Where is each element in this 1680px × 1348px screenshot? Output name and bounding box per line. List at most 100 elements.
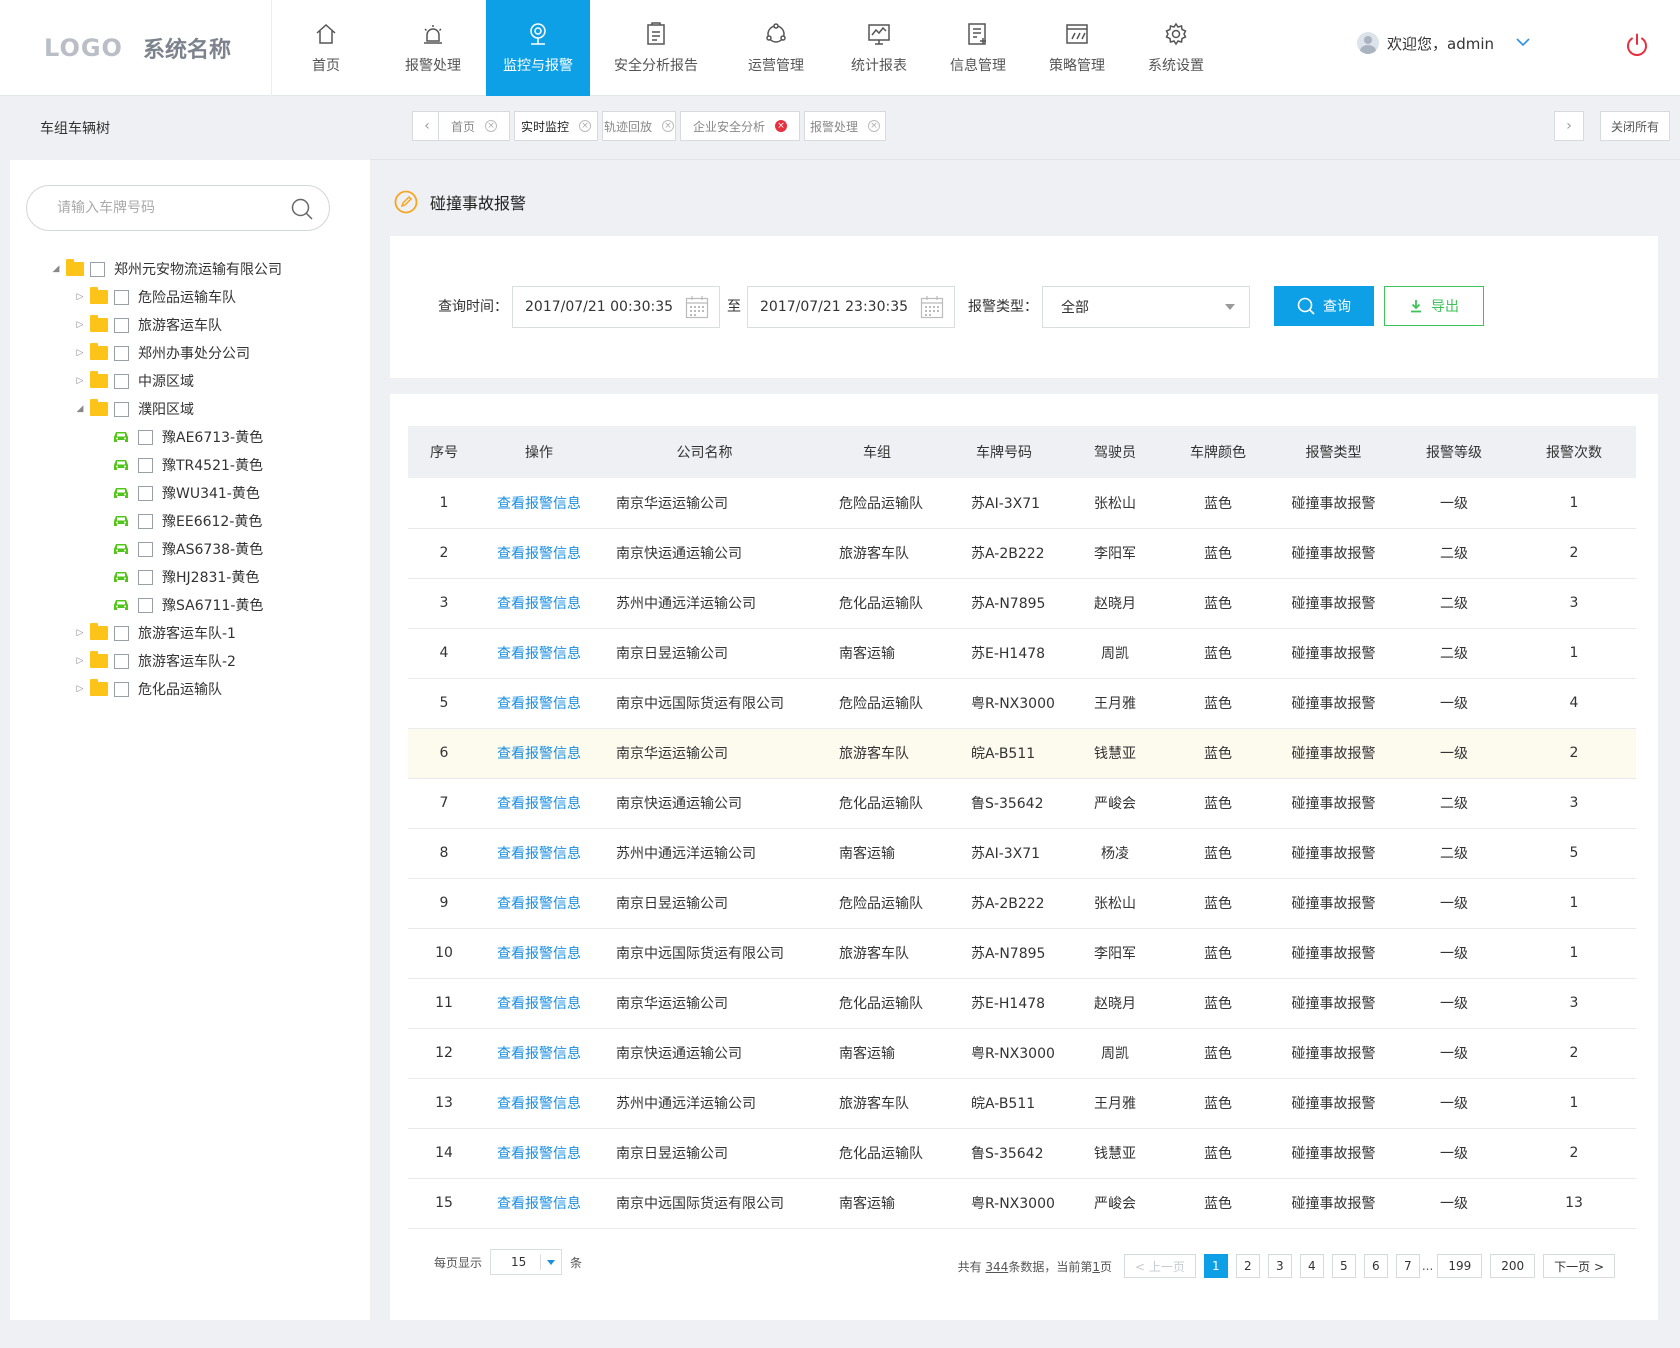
tree-folder-item[interactable]: ▷ 旅游客运车队 <box>48 311 282 339</box>
tabs-next-button[interactable]: › <box>1554 111 1584 141</box>
close-icon[interactable]: × <box>662 120 674 132</box>
tree-checkbox[interactable] <box>114 401 129 417</box>
user-menu[interactable]: 欢迎您，admin <box>1357 32 1530 54</box>
view-alarm-info-link[interactable]: 查看报警信息 <box>497 646 581 662</box>
view-alarm-info-link[interactable]: 查看报警信息 <box>497 496 581 512</box>
page-button-7[interactable]: 7 <box>1395 1254 1420 1278</box>
close-all-tabs-button[interactable]: 关闭所有 <box>1600 111 1670 141</box>
collapsed-arrow-icon[interactable]: ▷ <box>72 320 88 330</box>
view-alarm-info-link[interactable]: 查看报警信息 <box>497 1146 581 1162</box>
page-button-4[interactable]: 4 <box>1299 1254 1324 1278</box>
collapsed-arrow-icon[interactable]: ▷ <box>72 684 88 694</box>
nav-item-4[interactable]: 安全分析报告 <box>590 0 722 96</box>
close-icon[interactable]: × <box>868 120 880 132</box>
calendar-icon[interactable] <box>920 295 944 319</box>
next-page-button[interactable]: 下一页 > <box>1543 1254 1615 1278</box>
chevron-down-icon[interactable] <box>1516 35 1530 51</box>
tree-checkbox[interactable] <box>138 597 153 613</box>
close-icon[interactable]: × <box>485 120 497 132</box>
tree-vehicle-item[interactable]: 豫EE6612-黄色 <box>48 507 282 535</box>
tab-3[interactable]: 轨迹回放 × <box>602 111 676 141</box>
close-icon[interactable]: × <box>775 120 787 132</box>
tree-vehicle-item[interactable]: 豫AE6713-黄色 <box>48 423 282 451</box>
collapsed-arrow-icon[interactable]: ▷ <box>72 376 88 386</box>
view-alarm-info-link[interactable]: 查看报警信息 <box>497 946 581 962</box>
page-button-199[interactable]: 199 <box>1437 1254 1483 1278</box>
page-button-3[interactable]: 3 <box>1267 1254 1292 1278</box>
view-alarm-info-link[interactable]: 查看报警信息 <box>497 796 581 812</box>
tree-folder-item[interactable]: ▷ 旅游客运车队-1 <box>48 619 282 647</box>
page-button-2[interactable]: 2 <box>1235 1254 1260 1278</box>
collapsed-arrow-icon[interactable]: ▷ <box>72 348 88 358</box>
expanded-arrow-icon[interactable]: ◢ <box>48 264 64 274</box>
tree-checkbox[interactable] <box>90 261 105 277</box>
page-button-200[interactable]: 200 <box>1490 1254 1536 1278</box>
tab-1[interactable]: 首页 × <box>438 111 510 141</box>
tree-folder-item[interactable]: ▷ 危险品运输车队 <box>48 283 282 311</box>
tree-checkbox[interactable] <box>114 317 129 333</box>
tree-folder-item[interactable]: ◢ 濮阳区域 <box>48 395 282 423</box>
tree-vehicle-item[interactable]: 豫SA6711-黄色 <box>48 591 282 619</box>
prev-page-button[interactable]: < 上一页 <box>1123 1254 1196 1278</box>
tree-checkbox[interactable] <box>138 541 153 557</box>
tree-folder-item[interactable]: ▷ 郑州办事处分公司 <box>48 339 282 367</box>
collapsed-arrow-icon[interactable]: ▷ <box>72 656 88 666</box>
tree-checkbox[interactable] <box>138 569 153 585</box>
view-alarm-info-link[interactable]: 查看报警信息 <box>497 896 581 912</box>
tree-checkbox[interactable] <box>114 289 129 305</box>
tree-checkbox[interactable] <box>114 681 129 697</box>
nav-item-1[interactable]: 首页 <box>272 0 380 96</box>
view-alarm-info-link[interactable]: 查看报警信息 <box>497 1046 581 1062</box>
alarm-type-select[interactable]: 全部 <box>1042 286 1250 328</box>
start-time-input[interactable]: 2017/07/21 00:30:35 <box>512 286 720 328</box>
tree-checkbox[interactable] <box>114 345 129 361</box>
view-alarm-info-link[interactable]: 查看报警信息 <box>497 1196 581 1212</box>
tab-4[interactable]: 企业安全分析 × <box>680 111 800 141</box>
export-button[interactable]: 导出 <box>1384 286 1484 326</box>
view-alarm-info-link[interactable]: 查看报警信息 <box>497 546 581 562</box>
nav-item-5[interactable]: 运营管理 <box>722 0 830 96</box>
tab-2[interactable]: 实时监控 × <box>514 111 598 141</box>
tree-folder-item[interactable]: ◢ 郑州元安物流运输有限公司 <box>48 255 282 283</box>
tree-vehicle-item[interactable]: 豫WU341-黄色 <box>48 479 282 507</box>
view-alarm-info-link[interactable]: 查看报警信息 <box>497 596 581 612</box>
nav-item-6[interactable]: 统计报表 <box>830 0 928 96</box>
calendar-icon[interactable] <box>685 295 709 319</box>
power-icon[interactable] <box>1624 32 1650 58</box>
view-alarm-info-link[interactable]: 查看报警信息 <box>497 1096 581 1112</box>
collapsed-arrow-icon[interactable]: ▷ <box>72 292 88 302</box>
tree-checkbox[interactable] <box>138 457 153 473</box>
search-icon[interactable] <box>291 198 313 220</box>
tree-checkbox[interactable] <box>138 485 153 501</box>
view-alarm-info-link[interactable]: 查看报警信息 <box>497 696 581 712</box>
query-button[interactable]: 查询 <box>1274 286 1374 326</box>
tree-vehicle-item[interactable]: 豫TR4521-黄色 <box>48 451 282 479</box>
plate-search-input[interactable] <box>57 200 277 216</box>
nav-item-8[interactable]: 策略管理 <box>1028 0 1126 96</box>
tree-vehicle-item[interactable]: 豫HJ2831-黄色 <box>48 563 282 591</box>
page-button-6[interactable]: 6 <box>1363 1254 1388 1278</box>
tree-checkbox[interactable] <box>114 653 129 669</box>
tree-checkbox[interactable] <box>138 429 153 445</box>
view-alarm-info-link[interactable]: 查看报警信息 <box>497 746 581 762</box>
collapsed-arrow-icon[interactable]: ▷ <box>72 628 88 638</box>
nav-item-9[interactable]: 系统设置 <box>1126 0 1226 96</box>
page-button-1[interactable]: 1 <box>1203 1254 1228 1278</box>
tree-checkbox[interactable] <box>114 625 129 641</box>
tree-folder-item[interactable]: ▷ 旅游客运车队-2 <box>48 647 282 675</box>
page-size-select[interactable]: 15 <box>490 1249 563 1275</box>
tree-vehicle-item[interactable]: 豫AS6738-黄色 <box>48 535 282 563</box>
tree-folder-item[interactable]: ▷ 危化品运输队 <box>48 675 282 703</box>
nav-item-7[interactable]: 信息管理 <box>928 0 1028 96</box>
page-button-5[interactable]: 5 <box>1331 1254 1356 1278</box>
tab-5[interactable]: 报警处理 × <box>804 111 886 141</box>
nav-item-2[interactable]: 报警处理 <box>380 0 486 96</box>
tree-folder-item[interactable]: ▷ 中源区域 <box>48 367 282 395</box>
view-alarm-info-link[interactable]: 查看报警信息 <box>497 996 581 1012</box>
close-icon[interactable]: × <box>579 120 591 132</box>
nav-item-3[interactable]: 监控与报警 <box>486 0 590 96</box>
view-alarm-info-link[interactable]: 查看报警信息 <box>497 846 581 862</box>
end-time-input[interactable]: 2017/07/21 23:30:35 <box>747 286 955 328</box>
expanded-arrow-icon[interactable]: ◢ <box>72 404 88 414</box>
tree-checkbox[interactable] <box>114 373 129 389</box>
